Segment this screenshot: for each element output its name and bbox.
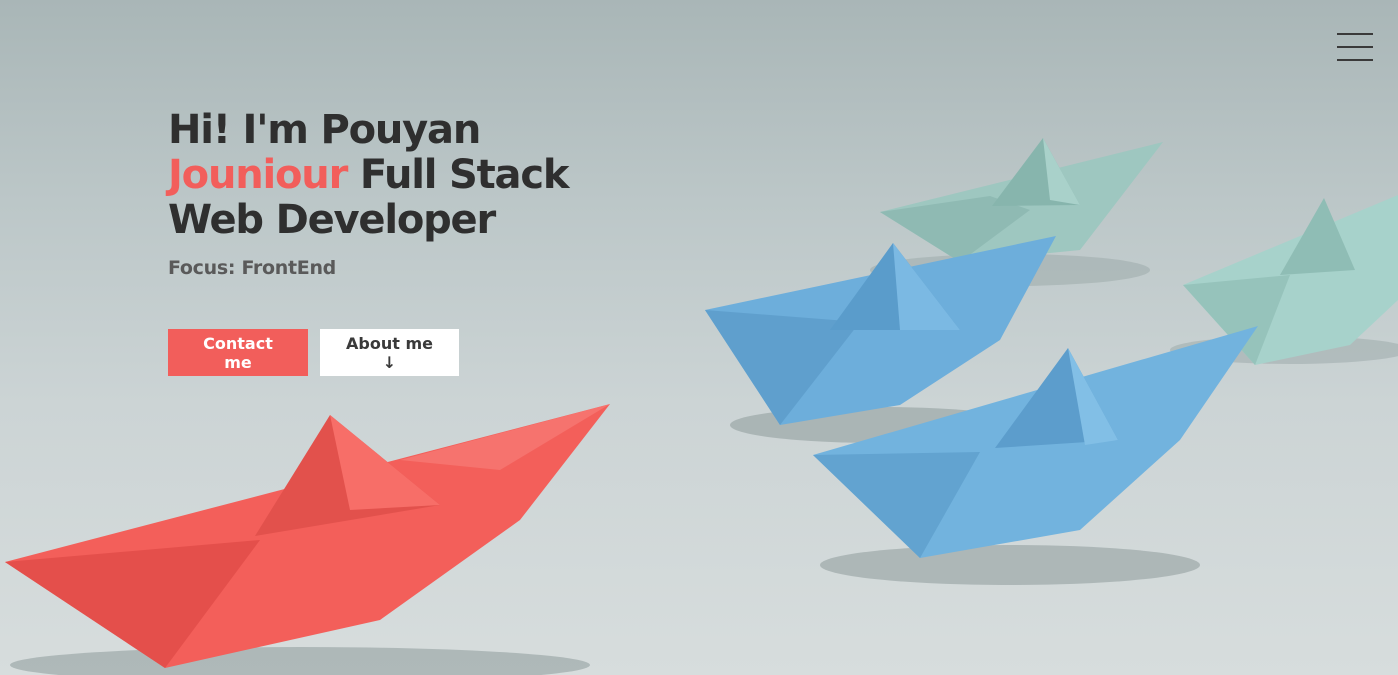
hero-actions: Contact me About me ↓ [168, 329, 459, 376]
headline-accent-word: Jouniour [168, 152, 348, 198]
contact-me-button[interactable]: Contact me [168, 329, 308, 376]
hero-intro: Hi! I'm Pouyan Jouniour Full Stack Web D… [168, 108, 688, 280]
headline-line-2-rest: Full Stack [347, 152, 570, 198]
headline-line-1: Hi! I'm Pouyan [168, 107, 481, 153]
teal-paper-boat-right [1170, 195, 1398, 365]
menu-bar-bottom [1337, 59, 1373, 61]
about-me-button[interactable]: About me ↓ [320, 329, 459, 376]
red-paper-boat [5, 404, 610, 675]
hero-headline: Hi! I'm Pouyan Jouniour Full Stack Web D… [168, 108, 688, 243]
focus-subtitle: Focus: FrontEnd [168, 257, 336, 279]
menu-bar-middle [1337, 46, 1373, 48]
hero-section: Hi! I'm Pouyan Jouniour Full Stack Web D… [0, 0, 1398, 675]
headline-line-3: Web Developer [168, 197, 496, 243]
menu-bar-top [1337, 33, 1373, 35]
hamburger-menu-icon[interactable] [1337, 32, 1373, 64]
